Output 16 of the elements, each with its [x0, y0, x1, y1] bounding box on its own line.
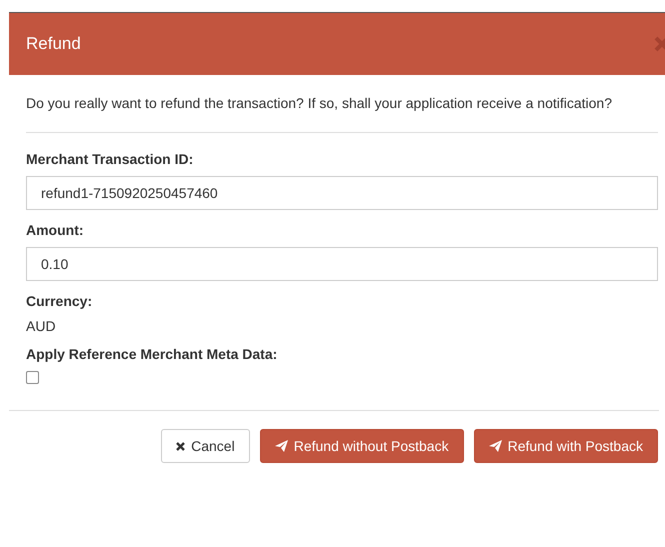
paper-plane-icon [274, 440, 288, 452]
input-field[interactable]: refund1-7150920250457460 [26, 176, 658, 210]
field-value: AUD [26, 318, 57, 334]
paper-plane-icon [488, 440, 502, 452]
field-label: Amount: [26, 222, 85, 238]
cancel-button[interactable]: Cancel [161, 429, 250, 463]
dialog-title: Refund [26, 34, 81, 54]
field-label: Currency: [26, 293, 94, 309]
checkbox[interactable] [26, 371, 39, 384]
refund-button[interactable]: Refund with Postback [474, 429, 658, 463]
field-label: Apply Reference Merchant Meta Data: [26, 346, 278, 362]
refund-button[interactable]: Refund without Postback [260, 429, 464, 463]
field-label: Merchant Transaction ID: [26, 151, 194, 167]
confirmation-message: Do you really want to refund the transaction? If so, shall your application receive a notification? [26, 94, 613, 113]
input-field[interactable]: 0.10 [26, 247, 658, 281]
close-icon [176, 442, 186, 450]
